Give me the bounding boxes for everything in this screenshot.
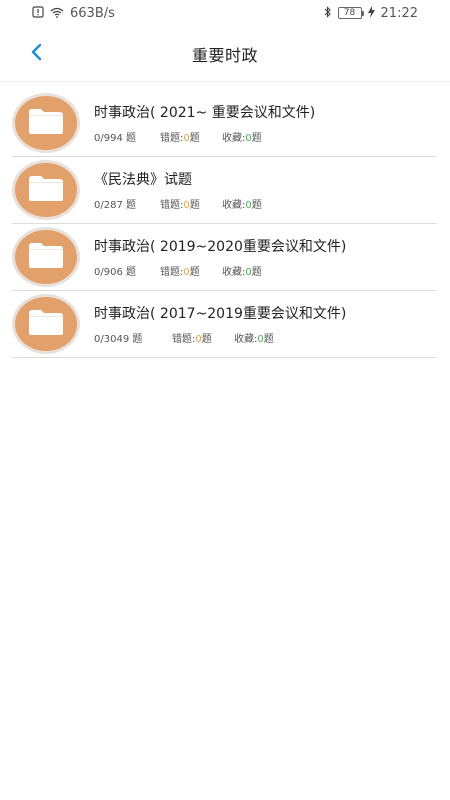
- wrong-unit: 题: [189, 266, 200, 278]
- fav-label: 收藏:: [222, 266, 246, 278]
- battery-icon: 78: [337, 7, 364, 19]
- fav-unit: 题: [251, 199, 262, 211]
- wrong-unit: 题: [189, 132, 200, 144]
- fav-unit: 题: [251, 132, 262, 144]
- wifi-icon: [50, 7, 64, 20]
- alert-icon: [32, 6, 44, 20]
- wrong-label: 错题:: [160, 266, 184, 278]
- folder-icon: [28, 241, 64, 273]
- list-item-title: 时事政治( 2021~ 重要会议和文件): [94, 104, 316, 121]
- wrong-count-group: 错题:0题: [160, 263, 222, 278]
- wrong-unit: 题: [201, 333, 212, 345]
- list-item-text: 时事政治( 2021~ 重要会议和文件) 0/994 题 错题:0题 收藏:0题: [94, 103, 437, 144]
- list-item-meta: 0/906 题 错题:0题 收藏:0题: [94, 263, 437, 278]
- list-item-meta: 0/287 题 错题:0题 收藏:0题: [94, 196, 437, 211]
- list-item-text: 《民法典》试题 0/287 题 错题:0题 收藏:0题: [94, 170, 437, 211]
- list-item[interactable]: 《民法典》试题 0/287 题 错题:0题 收藏:0题: [12, 157, 437, 224]
- wrong-label: 错题:: [172, 333, 196, 345]
- list-item-title: 《民法典》试题: [94, 171, 192, 188]
- chevron-left-icon: [29, 42, 43, 66]
- wrong-label: 错题:: [160, 199, 184, 211]
- status-bar-left: 663B/s: [32, 6, 115, 21]
- wrong-count-group: 错题:0题: [172, 330, 234, 345]
- folder-avatar: [12, 294, 80, 354]
- network-speed: 663B/s: [70, 5, 115, 21]
- progress-count: 0/906 题: [94, 266, 136, 278]
- list-item-text: 时事政治( 2019~2020重要会议和文件) 0/906 题 错题:0题 收藏…: [94, 237, 437, 278]
- page-header: 重要时政: [0, 26, 450, 82]
- list-item[interactable]: 时事政治( 2021~ 重要会议和文件) 0/994 题 错题:0题 收藏:0题: [12, 90, 437, 157]
- page-title: 重要时政: [191, 45, 258, 65]
- folder-icon: [28, 107, 64, 139]
- battery-level: 78: [343, 8, 356, 18]
- progress-count: 0/3049 题: [94, 333, 143, 345]
- fav-count-group: 收藏:0题: [234, 330, 274, 345]
- fav-label: 收藏:: [234, 333, 258, 345]
- fav-label: 收藏:: [222, 199, 246, 211]
- folder-icon: [28, 308, 64, 340]
- exam-list: 时事政治( 2021~ 重要会议和文件) 0/994 题 错题:0题 收藏:0题…: [0, 90, 450, 358]
- fav-count-group: 收藏:0题: [222, 196, 262, 211]
- clock: 21:22: [380, 5, 418, 21]
- wrong-count-group: 错题:0题: [160, 196, 222, 211]
- list-item-meta: 0/994 题 错题:0题 收藏:0题: [94, 129, 437, 144]
- fav-count-group: 收藏:0题: [222, 129, 262, 144]
- folder-avatar: [12, 227, 80, 287]
- wrong-label: 错题:: [160, 132, 184, 144]
- list-item-text: 时事政治( 2017~2019重要会议和文件) 0/3049 题 错题:0题 收…: [94, 304, 437, 345]
- status-bar-right: 78 21:22: [324, 6, 418, 21]
- progress-count: 0/994 题: [94, 132, 136, 144]
- status-bar: 663B/s 78 21:22: [0, 0, 450, 26]
- list-item[interactable]: 时事政治( 2019~2020重要会议和文件) 0/906 题 错题:0题 收藏…: [12, 224, 437, 291]
- list-item-meta: 0/3049 题 错题:0题 收藏:0题: [94, 330, 437, 345]
- back-button[interactable]: [22, 40, 50, 68]
- progress-count: 0/287 题: [94, 199, 136, 211]
- fav-unit: 题: [251, 266, 262, 278]
- wrong-count-group: 错题:0题: [160, 129, 222, 144]
- folder-icon: [28, 174, 64, 206]
- wrong-unit: 题: [189, 199, 200, 211]
- charging-icon: [367, 6, 375, 20]
- fav-label: 收藏:: [222, 132, 246, 144]
- list-item-title: 时事政治( 2017~2019重要会议和文件): [94, 305, 347, 322]
- fav-count-group: 收藏:0题: [222, 263, 262, 278]
- fav-unit: 题: [263, 333, 274, 345]
- folder-avatar: [12, 160, 80, 220]
- bluetooth-icon: [324, 6, 332, 20]
- folder-avatar: [12, 93, 80, 153]
- list-item-title: 时事政治( 2019~2020重要会议和文件): [94, 238, 347, 255]
- list-item[interactable]: 时事政治( 2017~2019重要会议和文件) 0/3049 题 错题:0题 收…: [12, 291, 437, 358]
